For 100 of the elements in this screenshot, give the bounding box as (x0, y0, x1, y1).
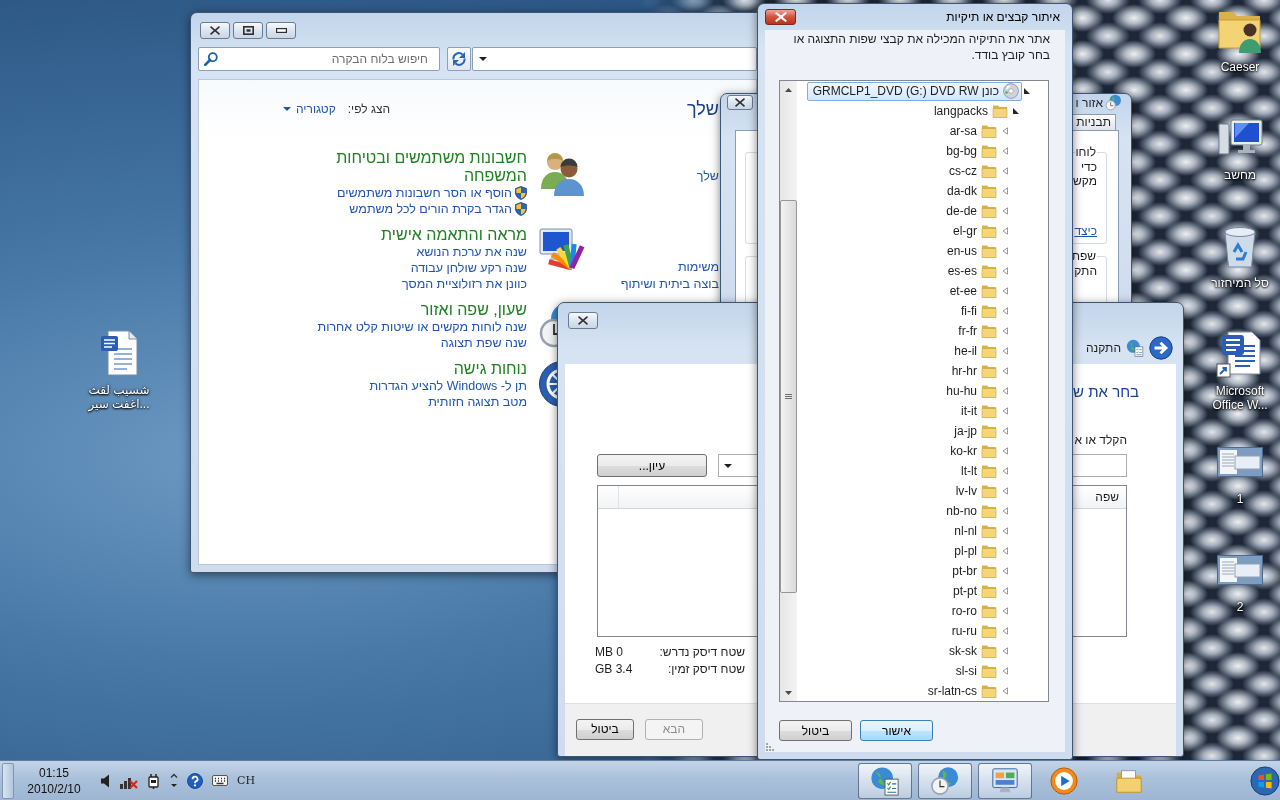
tree-item[interactable]: ru-ru (945, 621, 1000, 641)
task-link[interactable]: שנה רקע שולחן עבודה (410, 260, 527, 276)
tree-item[interactable]: es-es (941, 261, 1000, 281)
tree-item[interactable]: nb-no (940, 501, 1000, 521)
desktop-shortcut[interactable]: Caeser (1202, 3, 1278, 111)
search-field[interactable]: חיפוש בלוח הבקרה (198, 47, 440, 71)
tab[interactable]: תבניות (1071, 114, 1116, 130)
tree-item[interactable]: ja-jp (948, 421, 1000, 441)
dialog-button[interactable]: אישור (860, 720, 933, 741)
address-field[interactable] (472, 47, 757, 71)
taskbar-button[interactable] (858, 762, 912, 799)
power-plug-icon[interactable] (147, 772, 161, 789)
tree-item[interactable]: ko-kr (944, 441, 1000, 461)
tree-item[interactable]: en-us (940, 241, 1000, 261)
tree-item[interactable]: nl-nl (948, 521, 1000, 541)
desktop-shortcut[interactable]: סל המיחזור (1202, 219, 1278, 327)
taskbar-button[interactable] (978, 762, 1032, 799)
tree-item[interactable]: fi-fi (955, 301, 1000, 321)
task-link[interactable]: הוסף או הסר חשבונות משתמשים (337, 185, 512, 201)
browse-button[interactable]: עיון... (597, 454, 707, 477)
expand-triangle-icon[interactable] (1023, 87, 1031, 95)
task-link[interactable]: שנה לוחות מקשים או שיטות קלט אחרות (317, 319, 527, 335)
close-button[interactable] (727, 95, 753, 110)
folder-icon (981, 483, 997, 499)
tree-item[interactable]: ar-sa (943, 121, 1000, 141)
tree-item[interactable]: he-il (948, 341, 1000, 361)
tree-item[interactable]: pl-pl (948, 541, 1000, 561)
tree-item[interactable]: it-it (955, 401, 1000, 421)
page-heading: שלך (687, 98, 719, 121)
tree-item[interactable]: sl-si (949, 661, 1000, 681)
tree-item[interactable]: de-de (940, 201, 1000, 221)
desktop-shortcut[interactable]: شسيب لقث اغفت سير... (80, 326, 158, 434)
up-down-arrows-icon[interactable] (170, 772, 178, 789)
close-button[interactable] (765, 9, 796, 25)
tree-item[interactable]: sr-latn-cs (921, 681, 1000, 701)
category-link[interactable]: שעון, שפה ואזור (420, 301, 527, 319)
close-button[interactable] (568, 312, 598, 329)
document-icon (99, 329, 139, 377)
task-link[interactable]: הגדר בקרת הורים לכל משתמש (349, 201, 512, 217)
tree-item[interactable]: da-dk (940, 181, 1000, 201)
refresh-button[interactable] (447, 47, 471, 71)
speaker-icon[interactable] (101, 773, 111, 788)
tree-item[interactable]: GRMCLP1_DVD (G:) DVD RW כונן (806, 81, 1022, 101)
category-link[interactable]: מראה והתאמה אישית (381, 226, 527, 244)
language-indicator[interactable]: CH (237, 774, 255, 787)
tree-item[interactable]: hr-hr (945, 361, 1000, 381)
settings-link[interactable]: משימות (677, 259, 719, 276)
tree-item[interactable]: lt-lt (955, 461, 1000, 481)
close-button[interactable] (200, 22, 230, 39)
desktop-shortcut[interactable]: Microsoft Office W... (1202, 327, 1278, 435)
scrollbar-thumb[interactable] (780, 200, 797, 593)
tree-item[interactable]: ro-ro (945, 601, 1000, 621)
caret-icon (724, 463, 732, 468)
maximize-icon (242, 26, 254, 35)
wizard-button[interactable]: ביטול (576, 718, 634, 740)
taskbar-button[interactable] (918, 762, 972, 799)
help-icon[interactable] (187, 772, 203, 789)
close-icon (735, 98, 745, 107)
view-by-dropdown[interactable]: קטגוריה (283, 102, 336, 116)
show-desktop-button[interactable] (2, 762, 14, 799)
category-link[interactable]: חשבונות משתמשים ובטיחות המשפחה (283, 149, 527, 185)
tree-item[interactable]: pt-pt (947, 581, 1000, 601)
tree-item[interactable]: langpacks (927, 101, 1011, 121)
close-icon (578, 316, 588, 325)
desktop-shortcut[interactable]: מחשב (1202, 111, 1278, 219)
desktop-shortcut[interactable]: 1 (1202, 435, 1278, 543)
desktop-shortcut[interactable]: 2 (1202, 543, 1278, 651)
tree-item[interactable]: pt-br (946, 561, 1000, 581)
clock-date: 2010/2/10 (27, 780, 81, 797)
dialog-button[interactable]: ביטול (779, 720, 852, 741)
maximize-button[interactable] (233, 22, 263, 39)
tree-item[interactable]: cs-cz (943, 161, 1000, 181)
tree-item[interactable]: bg-bg (940, 141, 1000, 161)
search-icon (204, 52, 218, 66)
up-arrow-icon (785, 87, 792, 92)
tree-item[interactable]: el-gr (947, 221, 1000, 241)
tree-item[interactable]: lv-lv (949, 481, 1000, 501)
tree-item[interactable]: hu-hu (940, 381, 1000, 401)
group-text: כדי (1080, 160, 1097, 174)
keyboard-icon[interactable] (212, 775, 228, 786)
settings-link[interactable]: שלך (696, 168, 719, 185)
task-link[interactable]: שנה את ערכת הנושא (416, 244, 527, 260)
window-title: אזור ו (1075, 95, 1103, 110)
task-link[interactable]: שנה שפת תצוגה (440, 335, 527, 351)
back-button[interactable] (1149, 336, 1173, 360)
tree-item[interactable]: et-ee (943, 281, 1000, 301)
disk-space-label: שטח דיסק נדרש: (659, 644, 745, 661)
tree-item[interactable]: sk-sk (943, 641, 1000, 661)
help-link[interactable]: כיצד (1074, 224, 1097, 238)
close-icon (210, 26, 220, 35)
task-link[interactable]: כוונן את רזולוציית המסך (401, 276, 527, 292)
tree-item[interactable]: fr-fr (952, 321, 1000, 341)
expand-triangle-icon[interactable] (1012, 107, 1020, 115)
task-link[interactable]: מטב תצוגה חזותית (428, 394, 527, 410)
category-link[interactable]: נוחות גישה (453, 360, 527, 378)
settings-link[interactable]: בוצה ביתית ושיתוף (620, 276, 719, 293)
folder-icon (981, 263, 997, 279)
task-link[interactable]: תן ל- Windows להציע הגדרות (369, 378, 527, 394)
minimize-button[interactable] (266, 22, 296, 39)
scrollbar[interactable] (780, 81, 797, 701)
